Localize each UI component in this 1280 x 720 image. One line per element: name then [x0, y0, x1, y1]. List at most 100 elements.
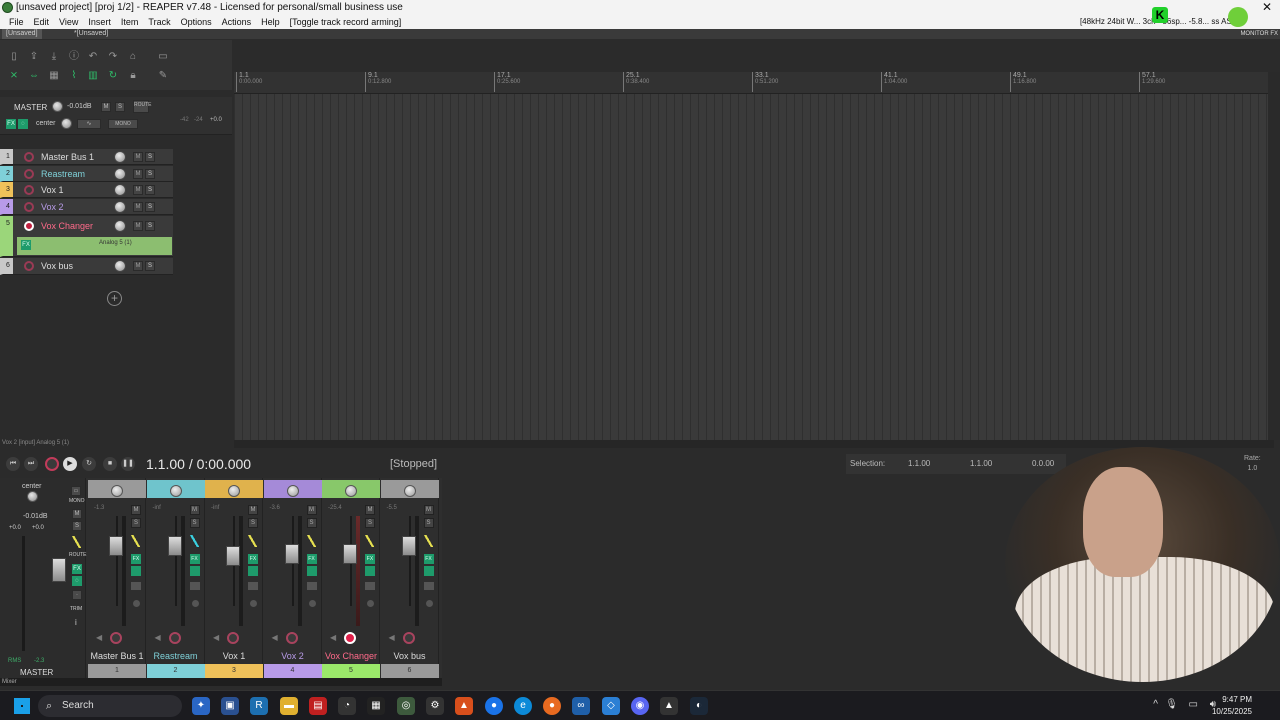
- selection-start[interactable]: 1.1.00: [908, 454, 930, 474]
- mixer-solo-button[interactable]: S: [189, 518, 200, 528]
- record-arm-button[interactable]: [24, 185, 34, 195]
- menu-actions[interactable]: Actions: [217, 15, 257, 29]
- app-icon-2[interactable]: ▣: [221, 697, 239, 715]
- mixer-monitor-icon[interactable]: ◀: [213, 633, 219, 642]
- mixer-io-button[interactable]: [365, 582, 375, 590]
- mixer-master-fx-bypass[interactable]: ◌: [72, 576, 82, 586]
- mixer-mute-button[interactable]: M: [131, 505, 141, 515]
- record-arm-button[interactable]: [24, 202, 34, 212]
- selection-end[interactable]: 1.1.00: [970, 454, 992, 474]
- master-env-button[interactable]: ∿: [77, 119, 101, 129]
- app-icon-6[interactable]: ◔: [338, 697, 356, 715]
- record-arm-button[interactable]: [24, 261, 34, 271]
- mixer-docker-tab[interactable]: Mixer: [0, 678, 442, 686]
- stop-button[interactable]: ■: [103, 457, 117, 471]
- record-arm-button[interactable]: [24, 152, 34, 162]
- mixer-record-arm-button[interactable]: [402, 632, 415, 644]
- mixer-fx-button[interactable]: FX: [365, 554, 375, 564]
- mixer-fx-button[interactable]: FX: [131, 554, 141, 564]
- mixer-io-button[interactable]: [306, 582, 317, 590]
- mixer-track-name[interactable]: Vox Changer: [322, 651, 380, 661]
- mixer-envelope-icon[interactable]: [131, 535, 141, 547]
- mixer-solo-button[interactable]: S: [131, 518, 141, 528]
- record-arm-button[interactable]: [24, 169, 34, 179]
- play-button[interactable]: ▶: [63, 457, 77, 471]
- metronome-icon[interactable]: ⌂: [126, 50, 140, 64]
- brave-icon[interactable]: ▲: [455, 697, 473, 715]
- mixer-fx-bypass-button[interactable]: [423, 566, 434, 576]
- mixer-track-name[interactable]: Master Bus 1: [88, 651, 146, 661]
- app-icon-14[interactable]: ∞: [572, 697, 590, 715]
- app-icon-9[interactable]: ⚙: [426, 697, 444, 715]
- track-mute-button[interactable]: M: [133, 169, 143, 179]
- mixer-track-name[interactable]: Reastream: [147, 651, 205, 661]
- mixer-mute-button[interactable]: M: [189, 505, 200, 515]
- menu-file[interactable]: File: [4, 15, 29, 29]
- menu-insert[interactable]: Insert: [83, 15, 116, 29]
- mixer-fx-bypass-button[interactable]: [131, 566, 141, 576]
- mixer-monitor-icon[interactable]: ◀: [330, 633, 336, 642]
- tab-project-1[interactable]: [Unsaved]: [2, 29, 42, 39]
- track-name[interactable]: Vox 2: [41, 199, 64, 215]
- mixer-phase-icon[interactable]: [191, 600, 199, 607]
- app-icon-5[interactable]: ▤: [309, 697, 327, 715]
- mixer-envelope-icon[interactable]: [189, 535, 200, 547]
- mixer-fx-button[interactable]: FX: [189, 554, 200, 564]
- mixer-fx-bypass-button[interactable]: [189, 566, 200, 576]
- mixer-master-trim-label[interactable]: TRIM: [70, 606, 82, 612]
- master-solo-button[interactable]: S: [115, 102, 125, 112]
- mixer-solo-button[interactable]: S: [306, 518, 317, 528]
- track-name[interactable]: Vox 1: [41, 182, 64, 198]
- mixer-master-env-icon[interactable]: [72, 536, 82, 548]
- discord-icon[interactable]: ◉: [631, 697, 649, 715]
- track-mute-button[interactable]: M: [133, 202, 143, 212]
- menu-item[interactable]: Item: [116, 15, 144, 29]
- record-arm-button[interactable]: [24, 221, 34, 231]
- master-fx-button[interactable]: FX: [6, 119, 16, 129]
- master-mute-button[interactable]: M: [101, 102, 111, 112]
- mixer-track-name[interactable]: Vox 1: [205, 651, 263, 661]
- ripple-edit-icon[interactable]: ⨯: [7, 69, 21, 83]
- mixer-fader[interactable]: [343, 544, 357, 564]
- pause-button[interactable]: ❚❚: [121, 457, 135, 471]
- master-pan-knob[interactable]: [61, 118, 72, 129]
- track-row[interactable]: 5 Vox Changer M S FX Analog 5 (1): [0, 216, 173, 257]
- track-volume-knob[interactable]: [114, 201, 126, 213]
- track-input-label[interactable]: Analog 5 (1): [99, 240, 132, 246]
- mixer-mute-button[interactable]: M: [248, 505, 258, 515]
- mixer-fader[interactable]: [109, 536, 123, 556]
- track-row[interactable]: 2 Reastream M S: [0, 166, 173, 182]
- mixer-record-arm-button[interactable]: [168, 632, 181, 644]
- master-volume-knob[interactable]: [52, 101, 63, 112]
- record-button[interactable]: [45, 457, 59, 471]
- mixer-mute-button[interactable]: M: [365, 505, 375, 515]
- mixer-master-solo-button[interactable]: S: [72, 521, 82, 531]
- mixer-pan-knob[interactable]: [228, 485, 240, 497]
- mixer-io-button[interactable]: [189, 582, 200, 590]
- mixer-fx-button[interactable]: FX: [423, 554, 434, 564]
- mixer-track-name[interactable]: Vox bus: [381, 651, 439, 661]
- mixer-fx-bypass-button[interactable]: [248, 566, 258, 576]
- mixer-fx-bypass-button[interactable]: [365, 566, 375, 576]
- firefox-icon[interactable]: ●: [543, 697, 561, 715]
- close-window-button[interactable]: ✕: [1262, 0, 1272, 15]
- app-icon-3[interactable]: R: [250, 697, 268, 715]
- mixer-master-mono-button[interactable]: ▭: [71, 486, 81, 496]
- mixer-record-arm-button[interactable]: [344, 632, 356, 644]
- mixer-master-fader[interactable]: [52, 558, 66, 582]
- track-solo-button[interactable]: S: [145, 185, 155, 195]
- vertical-scrollbar[interactable]: [1268, 72, 1280, 440]
- mixer-fx-button[interactable]: FX: [306, 554, 317, 564]
- network-icon[interactable]: ▭: [1189, 699, 1198, 710]
- track-name[interactable]: Master Bus 1: [41, 149, 94, 165]
- mixer-master-pan-knob[interactable]: [27, 491, 38, 502]
- mixer-monitor-icon[interactable]: ◀: [155, 633, 161, 642]
- mixer-fader[interactable]: [226, 546, 240, 566]
- reaper-taskbar-icon[interactable]: ◎: [397, 697, 415, 715]
- mixer-envelope-icon[interactable]: [306, 535, 317, 547]
- mixer-phase-icon[interactable]: [250, 600, 257, 607]
- taskbar-clock[interactable]: 9:47 PM 10/25/2025: [1212, 694, 1252, 718]
- menu-options[interactable]: Options: [176, 15, 217, 29]
- mixer-master-mute-button[interactable]: M: [72, 509, 82, 519]
- app-icon-7[interactable]: ▦: [367, 697, 385, 715]
